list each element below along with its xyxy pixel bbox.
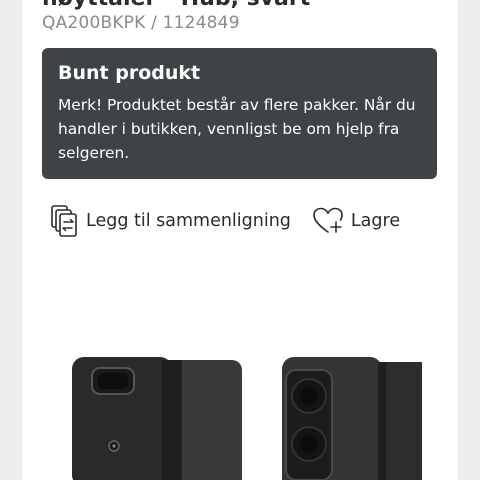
compare-icon [50,204,80,238]
notice-text: Merk! Produktet består av flere pakker. … [58,96,416,162]
heart-plus-icon [313,207,345,235]
add-to-compare-label: Legg til sammenligning [86,211,291,231]
bundle-notice: Bunt produkt Merk! Produktet består av f… [42,48,437,179]
speaker-back-image [72,357,242,480]
save-button[interactable]: Lagre [313,207,400,235]
product-sku: QA200BKPK / 1124849 [42,13,240,33]
save-label: Lagre [350,211,401,231]
product-image [72,357,422,480]
speaker-front-image [282,357,422,480]
notice-title: Bunt produkt [58,62,201,84]
product-title: høyttaler - Hub, svart [42,0,310,11]
product-actions: Legg til sammenligning Lagre [50,203,400,239]
add-to-compare-button[interactable]: Legg til sammenligning [50,204,291,238]
product-card: høyttaler - Hub, svart QA200BKPK / 11248… [22,0,458,480]
